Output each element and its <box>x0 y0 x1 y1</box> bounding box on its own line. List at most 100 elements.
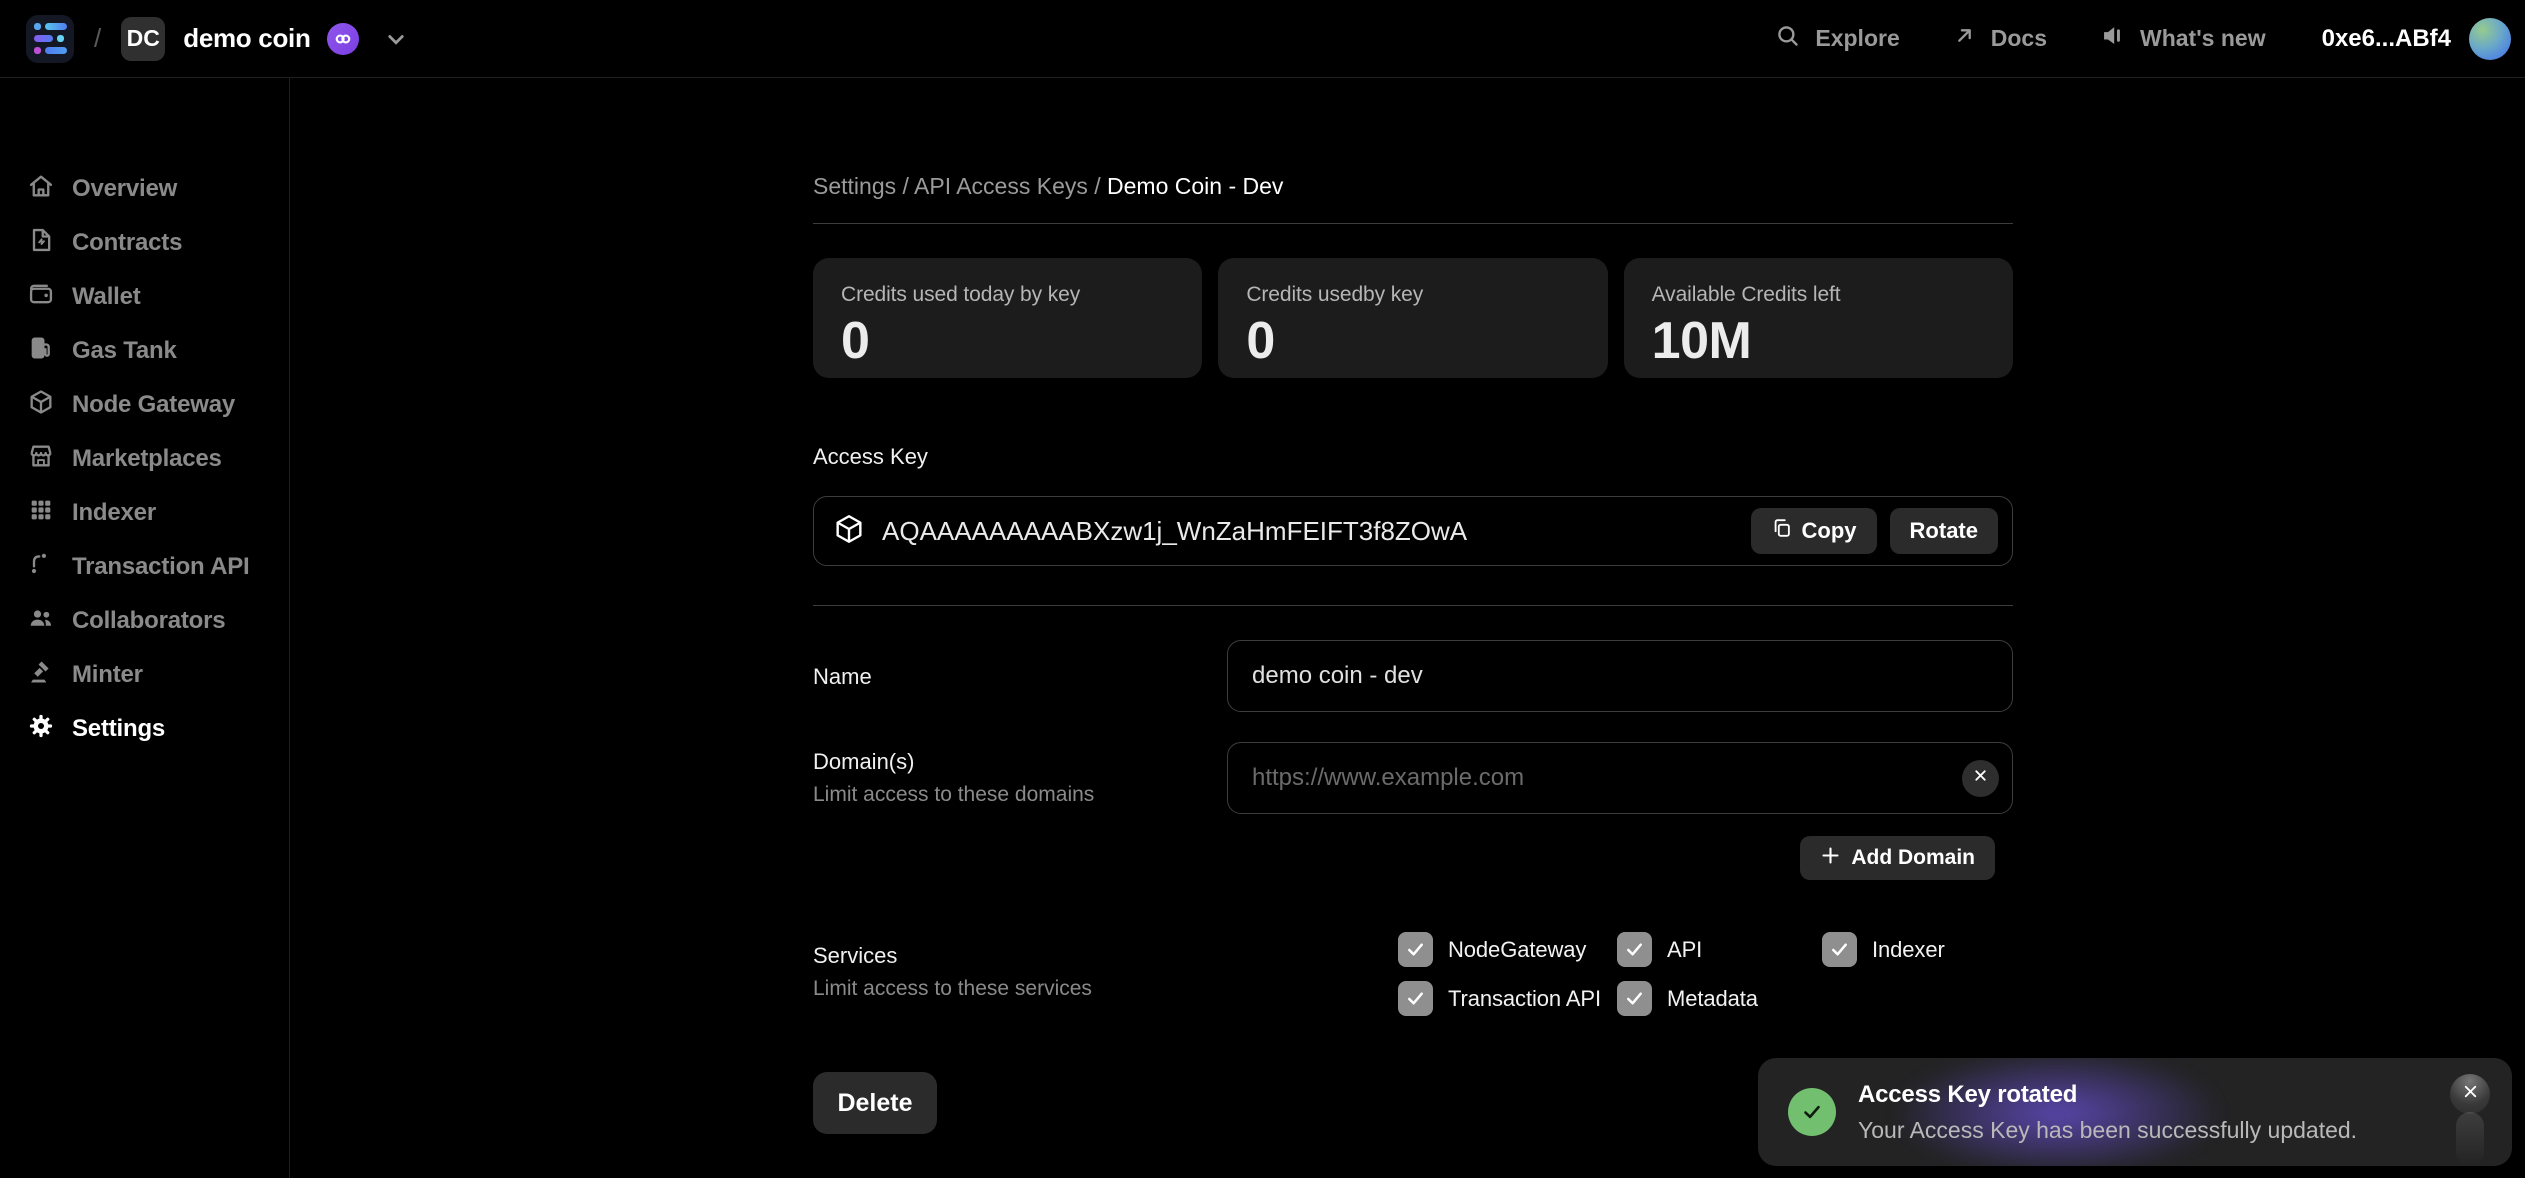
checkbox-checked-icon[interactable] <box>1398 981 1433 1016</box>
stat-card-credits-left: Available Credits left 10M <box>1624 258 2013 378</box>
services-row: Services Limit access to these services … <box>813 932 2013 1016</box>
gas-pump-icon <box>27 334 55 369</box>
home-icon <box>27 172 55 207</box>
name-field-col <box>1227 640 2013 712</box>
project-name: demo coin <box>183 23 310 54</box>
sidebar-item-contracts[interactable]: Contracts <box>0 216 289 270</box>
checkbox-checked-icon[interactable] <box>1617 932 1652 967</box>
sidebar: Overview Contracts Wallet Gas Tank Node … <box>0 78 290 1178</box>
toast-message: Your Access Key has been successfully up… <box>1858 1117 2357 1144</box>
breadcrumb-current: Demo Coin - Dev <box>1107 173 1283 199</box>
toast-close-button[interactable] <box>2450 1074 2490 1114</box>
gavel-icon <box>27 658 55 693</box>
access-key-value: AQAAAAAAAAABXzw1j_WnZaHmFEIFT3f8ZOwA <box>882 516 1467 547</box>
sidebar-item-collaborators[interactable]: Collaborators <box>0 594 289 648</box>
clear-domain-button[interactable] <box>1962 760 1999 797</box>
add-domain-button[interactable]: Add Domain <box>1800 836 1995 880</box>
stat-value: 10M <box>1652 311 1985 371</box>
storefront-icon <box>27 442 55 477</box>
name-input[interactable] <box>1227 640 2013 712</box>
app-logo-icon[interactable] <box>26 15 74 63</box>
cube-icon <box>832 512 866 551</box>
account-avatar[interactable] <box>2469 18 2511 60</box>
close-icon <box>2461 1082 2480 1107</box>
services-label: Services <box>813 942 1227 969</box>
rotate-button[interactable]: Rotate <box>1890 508 1998 554</box>
logo-dot <box>34 23 41 30</box>
megaphone-icon <box>2099 22 2126 55</box>
top-bar: / DC demo coin Explore Docs What's new 0… <box>0 0 2525 78</box>
stat-label: Credits usedby key <box>1246 283 1579 307</box>
polygon-network-icon <box>327 23 359 55</box>
breadcrumb-separator: / <box>94 23 101 54</box>
logo-bar <box>45 23 67 30</box>
sidebar-item-minter[interactable]: Minter <box>0 648 289 702</box>
copy-button[interactable]: Copy <box>1751 508 1877 554</box>
domain-input[interactable] <box>1227 742 2013 814</box>
close-icon <box>1972 767 1989 790</box>
sidebar-item-marketplaces[interactable]: Marketplaces <box>0 432 289 486</box>
wallet-address[interactable]: 0xe6...ABf4 <box>2322 25 2451 53</box>
domains-field-col <box>1227 742 2013 814</box>
checkbox-checked-icon[interactable] <box>1617 981 1652 1016</box>
breadcrumb-trail[interactable]: Settings / API Access Keys / <box>813 173 1107 199</box>
checkbox-checked-icon[interactable] <box>1398 932 1433 967</box>
path-icon <box>27 550 55 585</box>
sidebar-item-overview[interactable]: Overview <box>0 162 289 216</box>
service-transaction-api[interactable]: Transaction API <box>1398 981 1617 1016</box>
people-icon <box>27 604 55 639</box>
sidebar-item-node-gateway[interactable]: Node Gateway <box>0 378 289 432</box>
nav-docs[interactable]: Docs <box>1952 23 2047 54</box>
gear-icon <box>27 712 55 747</box>
access-key-label: Access Key <box>813 444 2013 470</box>
arrow-up-right-icon <box>1952 23 1977 54</box>
sidebar-item-transaction-api[interactable]: Transaction API <box>0 540 289 594</box>
domains-label: Domain(s) <box>813 748 1227 775</box>
logo-dot <box>34 47 41 54</box>
service-api[interactable]: API <box>1617 932 1822 967</box>
name-field-row: Name <box>813 640 2013 712</box>
search-icon <box>1774 22 1801 55</box>
nav-whats-new[interactable]: What's new <box>2099 22 2266 55</box>
cube-icon <box>27 388 55 423</box>
sidebar-item-indexer[interactable]: Indexer <box>0 486 289 540</box>
main-content: Settings / API Access Keys / Demo Coin -… <box>813 78 2013 1134</box>
services-hint: Limit access to these services <box>813 976 1227 1001</box>
toast-texts: Access Key rotated Your Access Key has b… <box>1858 1081 2357 1144</box>
divider <box>813 223 2013 224</box>
domains-field-row: Domain(s) Limit access to these domains <box>813 742 2013 814</box>
stat-cards: Credits used today by key 0 Credits used… <box>813 258 2013 378</box>
sidebar-item-wallet[interactable]: Wallet <box>0 270 289 324</box>
toast-title: Access Key rotated <box>1858 1081 2357 1109</box>
toast-notification: Access Key rotated Your Access Key has b… <box>1758 1058 2512 1166</box>
logo-bar <box>45 47 67 54</box>
stat-value: 0 <box>1246 311 1579 371</box>
project-switcher-chevron-down-icon[interactable] <box>381 24 411 54</box>
service-nodegateway[interactable]: NodeGateway <box>1398 932 1617 967</box>
nav-explore[interactable]: Explore <box>1774 22 1899 55</box>
breadcrumb: Settings / API Access Keys / Demo Coin -… <box>813 172 2013 200</box>
grid-icon <box>27 496 55 531</box>
wallet-icon <box>27 280 55 315</box>
toast-content: Access Key rotated Your Access Key has b… <box>1758 1058 2512 1166</box>
project-initials-badge[interactable]: DC <box>121 17 165 61</box>
success-check-icon <box>1788 1088 1836 1136</box>
stat-card-credits-used: Credits usedby key 0 <box>1218 258 1607 378</box>
delete-button[interactable]: Delete <box>813 1072 937 1134</box>
logo-dot <box>57 35 64 42</box>
domains-label-col: Domain(s) Limit access to these domains <box>813 742 1227 814</box>
service-metadata[interactable]: Metadata <box>1617 981 1822 1016</box>
services-checkbox-grid: NodeGateway API Indexer Transaction API … <box>1398 932 2013 1016</box>
stat-label: Available Credits left <box>1652 283 1985 307</box>
sidebar-item-gas-tank[interactable]: Gas Tank <box>0 324 289 378</box>
contract-icon <box>27 226 55 261</box>
sidebar-item-settings[interactable]: Settings <box>0 702 289 756</box>
services-field-col: NodeGateway API Indexer Transaction API … <box>1227 932 2013 1016</box>
service-indexer[interactable]: Indexer <box>1822 932 2013 967</box>
checkbox-checked-icon[interactable] <box>1822 932 1857 967</box>
name-label: Name <box>813 663 1227 690</box>
stat-label: Credits used today by key <box>841 283 1174 307</box>
domains-hint: Limit access to these domains <box>813 782 1227 807</box>
stat-card-credits-today: Credits used today by key 0 <box>813 258 1202 378</box>
name-label-col: Name <box>813 663 1227 690</box>
